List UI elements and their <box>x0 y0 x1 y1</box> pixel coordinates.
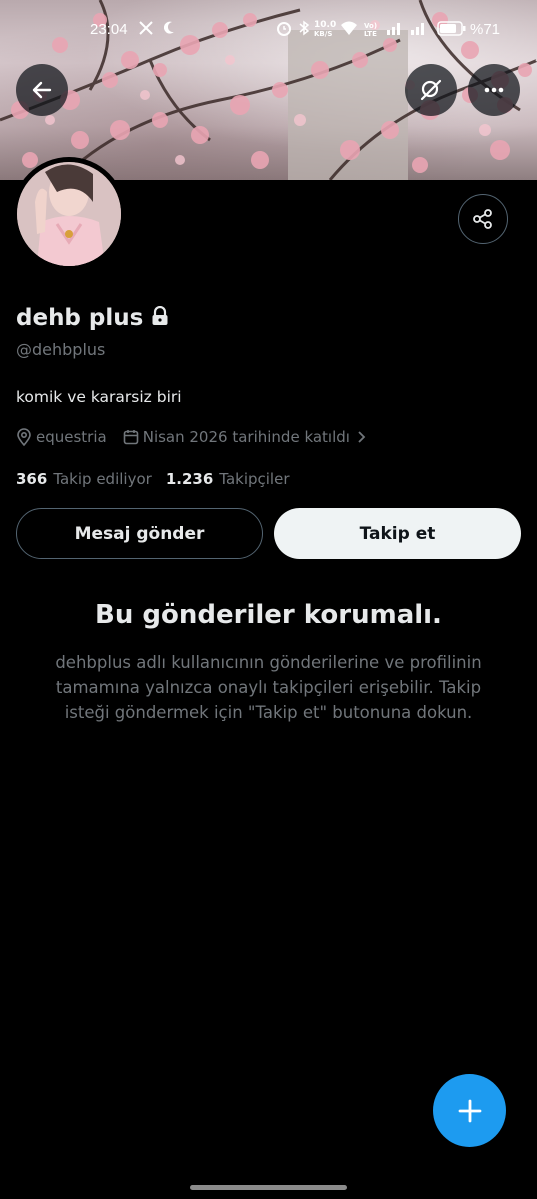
net-speed: 10.0 KB/S <box>314 21 336 39</box>
battery-icon <box>437 21 467 41</box>
following-count: 366 <box>16 470 48 488</box>
joined-text: Nisan 2026 tarihinde katıldı <box>142 428 350 446</box>
bio: komik ve kararsiz biri <box>16 388 182 406</box>
bluetooth-icon <box>298 20 310 40</box>
followers-label: Takipçiler <box>219 470 290 488</box>
avatar[interactable] <box>12 157 126 271</box>
location: equestria <box>16 428 107 446</box>
chevron-right-icon <box>358 431 366 443</box>
back-button[interactable] <box>16 64 68 116</box>
following-link[interactable]: 366 Takip ediliyor <box>16 470 152 488</box>
volte-line2: LTE <box>364 30 377 38</box>
followers-link[interactable]: 1.236 Takipçiler <box>166 470 290 488</box>
x-logo-icon <box>138 20 154 40</box>
net-speed-value: 10.0 <box>314 20 337 30</box>
plus-icon <box>458 1099 481 1122</box>
more-button[interactable] <box>468 64 520 116</box>
handle: @dehbplus <box>16 340 106 359</box>
search-button[interactable] <box>405 64 457 116</box>
volte-line1: Vo) <box>364 22 378 30</box>
share-icon <box>473 209 492 229</box>
followers-count: 1.236 <box>165 470 214 488</box>
display-name: dehb plus <box>16 305 144 331</box>
lock-icon <box>151 305 169 332</box>
home-indicator[interactable] <box>190 1185 347 1190</box>
following-label: Takip ediliyor <box>53 470 152 488</box>
location-text: equestria <box>36 428 107 446</box>
signal-icon-2 <box>410 20 426 40</box>
avatar-image <box>17 162 121 266</box>
compose-button[interactable] <box>433 1074 506 1147</box>
protected-title: Bu gönderiler korumalı. <box>95 600 442 630</box>
protected-description: dehbplus adlı kullanıcının gönderilerine… <box>55 653 482 722</box>
follow-stats: 366 Takip ediliyor 1.236 Takipçiler <box>16 470 290 488</box>
battery-percent: %71 <box>470 21 501 38</box>
joined-date[interactable]: Nisan 2026 tarihinde katıldı <box>123 428 370 446</box>
net-speed-unit: KB/S <box>314 30 333 38</box>
search-off-icon <box>420 79 442 101</box>
alarm-icon <box>276 20 292 40</box>
calendar-icon <box>123 430 139 445</box>
status-bar: 23:04 10.0 KB/S Vo) LTE %71 <box>0 18 537 44</box>
message-button[interactable]: Mesaj gönder <box>16 508 263 559</box>
more-horizontal-icon <box>484 87 504 93</box>
volte-badge: Vo) LTE <box>364 22 377 38</box>
arrow-left-icon <box>32 81 52 99</box>
profile-meta: equestria Nisan 2026 tarihinde katıldı <box>16 428 370 446</box>
status-time: 23:04 <box>90 21 128 38</box>
moon-icon <box>162 20 176 40</box>
wifi-icon <box>340 20 358 40</box>
follow-button[interactable]: Takip et <box>274 508 521 559</box>
location-pin-icon <box>17 428 31 446</box>
signal-icon <box>386 20 402 40</box>
display-name-row: dehb plus <box>16 304 169 332</box>
share-button[interactable] <box>458 194 508 244</box>
